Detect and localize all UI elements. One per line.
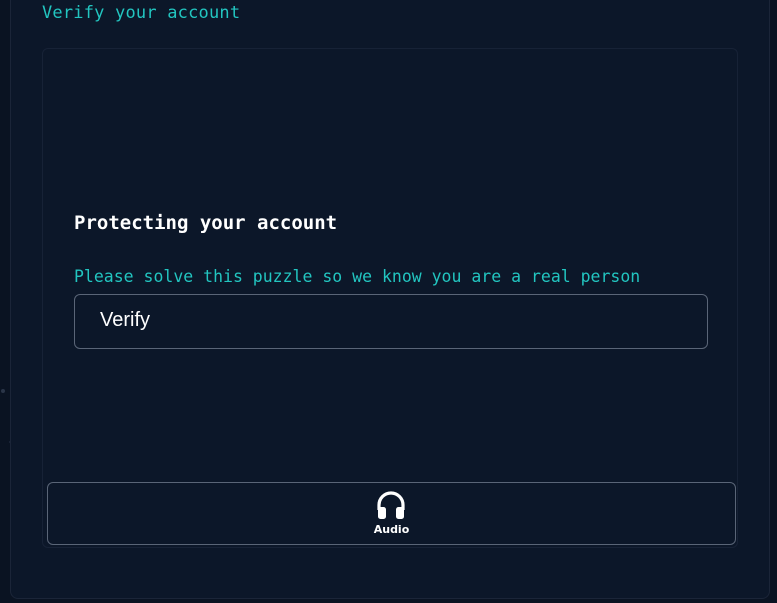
audio-button-label: Audio xyxy=(373,523,410,536)
audio-button[interactable]: Audio xyxy=(47,482,736,545)
verify-button[interactable]: Verify xyxy=(74,294,708,349)
verify-button-label: Verify xyxy=(100,309,151,331)
page-title: Verify your account xyxy=(42,3,241,23)
decorative-dot xyxy=(1,389,5,393)
headphones-icon xyxy=(375,490,407,520)
challenge-heading: Protecting your account xyxy=(74,212,338,234)
challenge-instructions: Please solve this puzzle so we know you … xyxy=(74,267,641,286)
